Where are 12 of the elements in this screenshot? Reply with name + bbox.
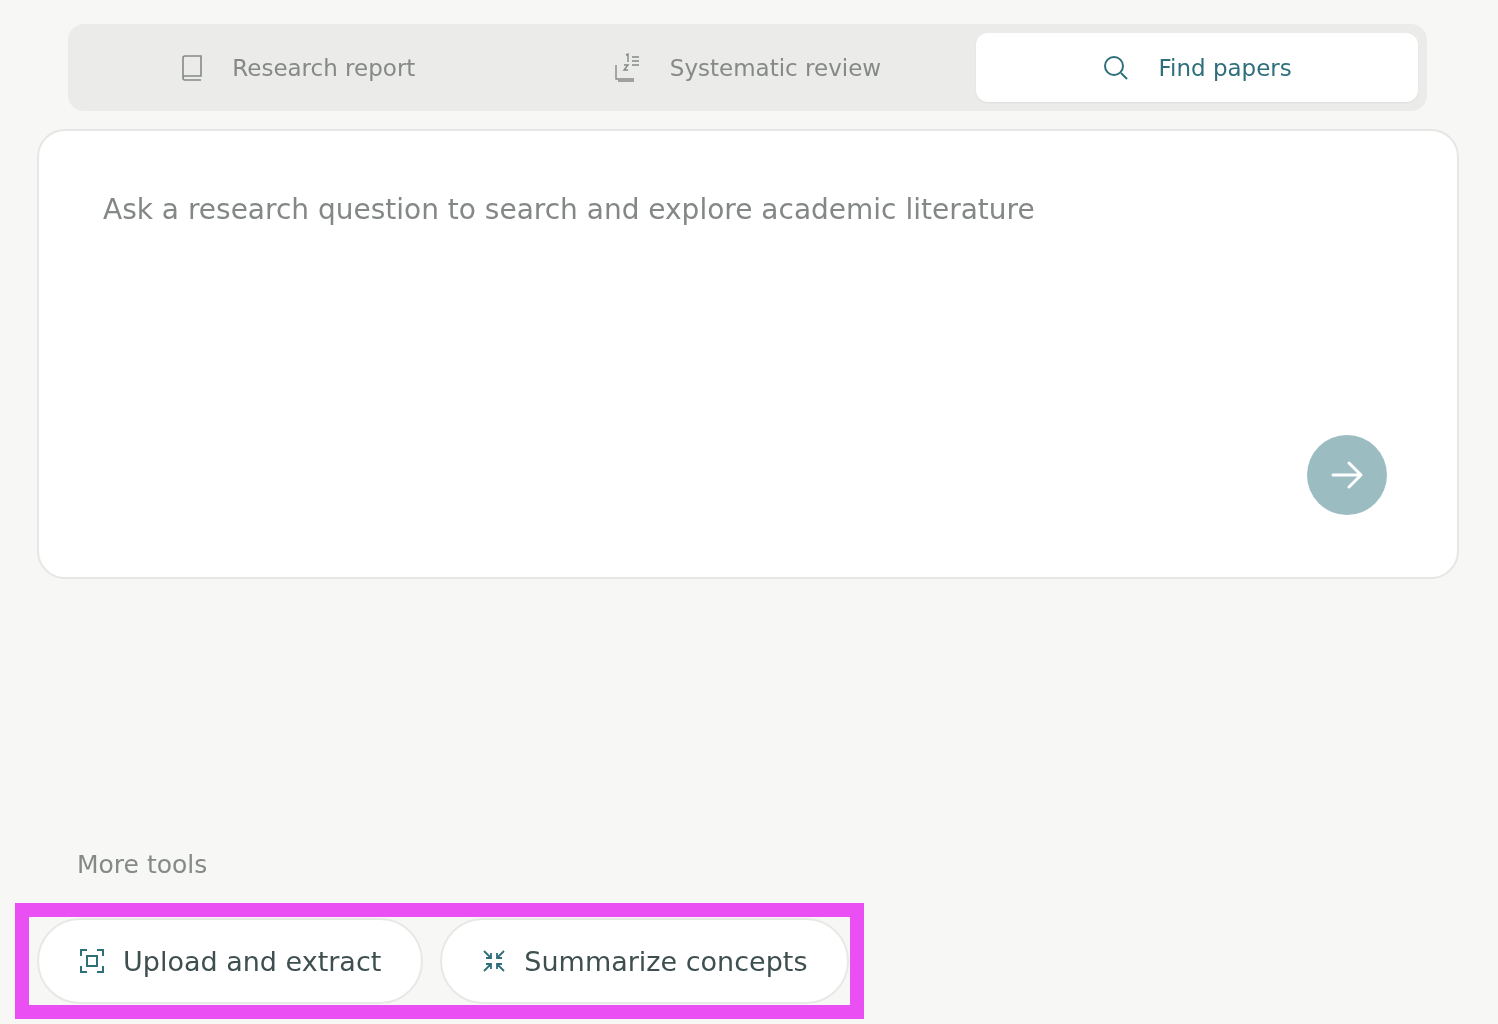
mode-tab[interactable]: Research report — [77, 33, 519, 102]
tool-button[interactable]: Upload and extract — [37, 918, 424, 1004]
compress-arrows-icon — [482, 949, 507, 973]
question-field[interactable]: Ask a research question to search and explore academic literature — [37, 129, 1459, 579]
mode-tab[interactable]: Find papers — [976, 33, 1418, 102]
arrow-right-icon — [1330, 460, 1364, 490]
book-icon — [180, 53, 205, 82]
frame-square-icon — [79, 948, 105, 974]
tool-button[interactable]: Summarize concepts — [440, 918, 850, 1004]
section-title: More tools — [77, 850, 209, 879]
mode-tab[interactable]: Systematic review — [526, 33, 969, 102]
numbered-list-icon — [613, 52, 642, 83]
